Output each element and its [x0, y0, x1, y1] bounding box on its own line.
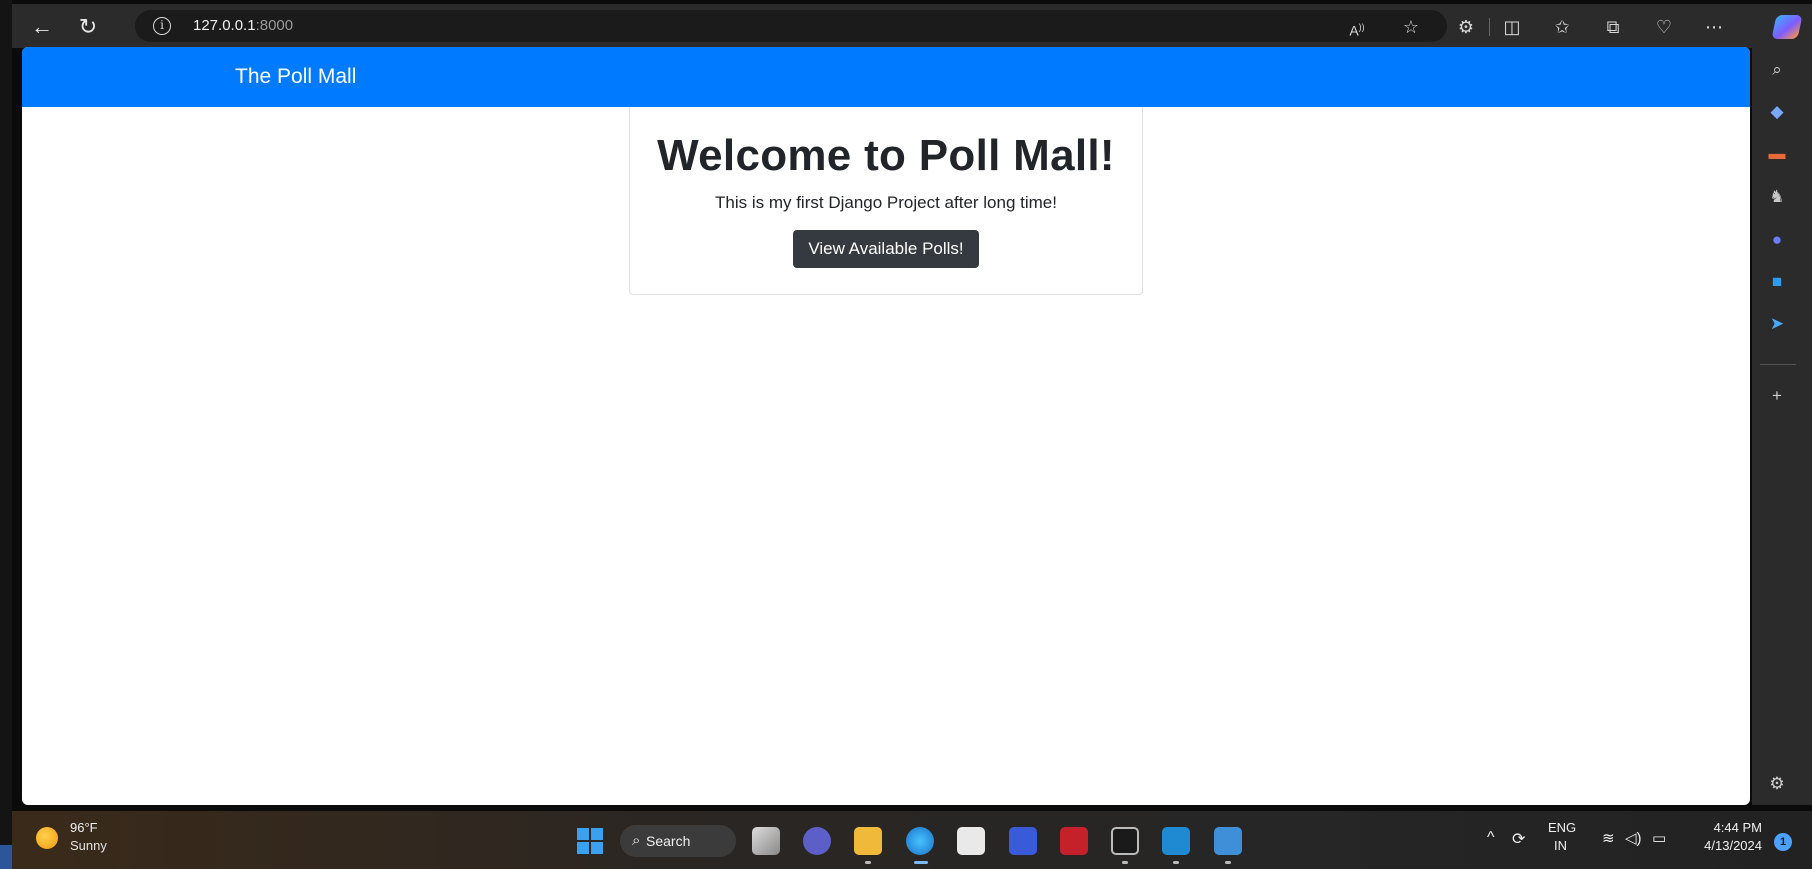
microsoft-store-icon[interactable] — [957, 827, 985, 855]
page-viewport: The Poll Mall Welcome to Poll Mall! This… — [22, 47, 1750, 805]
task-view-icon[interactable] — [752, 827, 780, 855]
show-hidden-icons-chevron-icon[interactable]: ^ — [1487, 829, 1495, 847]
games-icon[interactable]: ♞ — [1766, 186, 1788, 208]
photos-icon[interactable] — [1214, 827, 1242, 855]
site-info-icon[interactable]: i — [153, 17, 171, 35]
navbar-brand[interactable]: The Poll Mall — [235, 65, 356, 89]
search-icon[interactable]: ⌕ — [1766, 59, 1788, 81]
outlook-icon[interactable]: ■ — [1766, 271, 1788, 293]
terminal-icon[interactable] — [1111, 827, 1139, 855]
copilot-icon[interactable] — [1771, 15, 1803, 39]
welcome-card: Welcome to Poll Mall! This is my first D… — [629, 107, 1143, 295]
favorites-icon[interactable]: ✩ — [1549, 14, 1575, 40]
browser-toolbar: ← ↻ i 127.0.0.1:8000 A)) ☆ ⚙ ◫ ✩ ⧉ ♡ ⋯ — [12, 4, 1812, 48]
screen: ← ↻ i 127.0.0.1:8000 A)) ☆ ⚙ ◫ ✩ ⧉ ♡ ⋯ T… — [0, 0, 1812, 869]
copilot-sidebar-icon[interactable]: ● — [1766, 229, 1788, 251]
wifi-icon[interactable]: ≋ — [1602, 829, 1615, 847]
search-magnifier-icon: ⌕ — [632, 832, 641, 849]
weather-temperature[interactable]: 96°F — [70, 820, 98, 835]
chat-teams-icon[interactable] — [803, 827, 831, 855]
address-bar[interactable]: i 127.0.0.1:8000 — [135, 10, 1447, 42]
browser-essentials-icon[interactable]: ♡ — [1651, 14, 1677, 40]
weather-sun-icon[interactable] — [36, 827, 58, 849]
page-subtitle: This is my first Django Project after lo… — [714, 193, 1057, 212]
sync-icon[interactable]: ⟳ — [1512, 829, 1525, 849]
taskbar-search[interactable]: ⌕ Search — [620, 825, 736, 857]
terminal-running-indicator — [1122, 861, 1128, 864]
edge-active-indicator — [914, 861, 928, 864]
photos-running-indicator — [1225, 861, 1231, 864]
more-options-icon[interactable]: ⋯ — [1701, 14, 1727, 40]
vscode-running-indicator — [1173, 861, 1179, 864]
volume-icon[interactable]: ◁) — [1625, 829, 1642, 847]
navbar: The Poll Mall — [22, 47, 1750, 107]
weather-condition[interactable]: Sunny — [70, 838, 107, 853]
read-aloud-icon[interactable]: A)) — [1344, 14, 1370, 40]
file-explorer-icon[interactable] — [854, 827, 882, 855]
file-explorer-running-indicator — [865, 861, 871, 864]
split-screen-icon[interactable]: ◫ — [1499, 14, 1525, 40]
view-polls-button[interactable]: View Available Polls! — [793, 230, 979, 268]
language-region[interactable]: IN — [1554, 838, 1567, 853]
collections-icon[interactable]: ⧉ — [1600, 14, 1626, 40]
edge-sidebar: ⌕ ◆ ▬ ♞ ● ■ ➤ + ⚙ — [1752, 47, 1812, 805]
address-url[interactable]: 127.0.0.1:8000 — [193, 17, 293, 34]
tools-icon[interactable]: ▬ — [1766, 143, 1788, 165]
url-port: :8000 — [255, 17, 294, 34]
back-icon[interactable]: ← — [27, 12, 57, 42]
toolbar-separator — [1489, 18, 1490, 36]
clock-date[interactable]: 4/13/2024 — [1689, 838, 1762, 853]
left-edge — [0, 0, 22, 869]
mcafee-icon[interactable] — [1060, 827, 1088, 855]
vscode-icon[interactable] — [1162, 827, 1190, 855]
start-windows-icon[interactable] — [577, 828, 603, 854]
clock-time[interactable]: 4:44 PM — [1702, 820, 1762, 835]
taskbar: 96°F Sunny ⌕ Search ^ ⟳ ENG IN ≋ ◁) ▭ 4:4… — [12, 811, 1812, 869]
shopping-tag-icon[interactable]: ◆ — [1766, 101, 1788, 123]
taskbar-search-label: Search — [646, 833, 691, 849]
edge-browser-icon[interactable] — [906, 827, 934, 855]
sidebar-separator — [1760, 364, 1796, 365]
url-host: 127.0.0.1 — [193, 17, 256, 34]
settings-gear-icon[interactable]: ⚙ — [1766, 773, 1788, 795]
extensions-icon[interactable]: ⚙ — [1453, 14, 1479, 40]
send-icon[interactable]: ➤ — [1766, 313, 1788, 335]
refresh-icon[interactable]: ↻ — [73, 12, 103, 42]
battery-icon[interactable]: ▭ — [1652, 829, 1666, 847]
mcafee-dashboard-icon[interactable] — [1009, 827, 1037, 855]
language-code[interactable]: ENG — [1548, 820, 1576, 835]
notification-badge[interactable]: 1 — [1774, 833, 1792, 851]
page-title: Welcome to Poll Mall! — [657, 131, 1115, 180]
add-icon[interactable]: + — [1766, 385, 1788, 407]
favorite-star-icon[interactable]: ☆ — [1398, 14, 1424, 40]
